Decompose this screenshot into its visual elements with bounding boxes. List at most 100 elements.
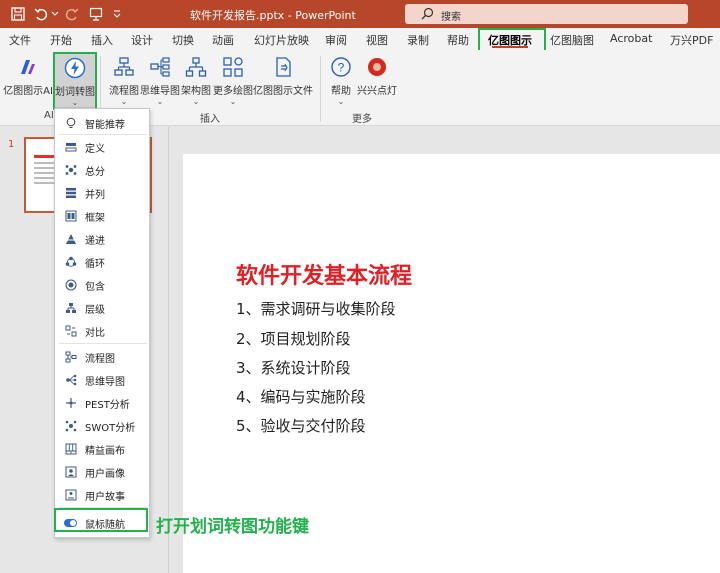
mindmap-icon	[64, 373, 77, 386]
menu-item-lean-canvas[interactable]: 精益画布	[55, 437, 149, 459]
menu-item-user-story[interactable]: 用户故事	[55, 483, 149, 505]
redo-icon[interactable]	[64, 6, 80, 22]
tab-file[interactable]: 文件	[9, 32, 31, 48]
menu-item-cycle[interactable]: 循环	[55, 250, 149, 272]
tab-insert[interactable]: 插入	[91, 32, 113, 48]
thumb-line	[34, 177, 56, 179]
more-diagrams-button[interactable]: 更多绘图 ⌄	[213, 54, 253, 106]
menu-item-parallel[interactable]: 并列	[55, 181, 149, 203]
tab-record[interactable]: 录制	[407, 32, 429, 48]
tab-wondershare-pdf[interactable]: 万兴PDF	[670, 32, 713, 48]
convert-words-dropdown: 智能推荐 定义 总分 并列 框架 递进 循环 包含 层级 对比 流程图 思维导图…	[54, 108, 150, 538]
present-icon[interactable]	[88, 6, 104, 22]
menu-item-total-sub[interactable]: 总分	[55, 158, 149, 180]
thumb-line	[34, 167, 54, 169]
menu-item-mindmap[interactable]: 思维导图	[55, 368, 149, 390]
contain-icon	[64, 278, 77, 291]
tab-acrobat[interactable]: Acrobat	[610, 32, 652, 45]
menu-item-label: 层级	[85, 305, 105, 316]
file-icon	[270, 54, 296, 80]
menu-item-label: 智能推荐	[85, 120, 125, 131]
mindmap-button[interactable]: 思维导图 ⌄	[140, 54, 180, 106]
chevron-down-icon: ⌄	[156, 97, 164, 106]
menu-item-pest[interactable]: PEST分析	[55, 391, 149, 413]
help-button[interactable]: ? 帮助 ⌄	[327, 54, 355, 106]
customize-toolbar-icon[interactable]	[112, 6, 122, 22]
chevron-down-icon: ⌄	[120, 97, 128, 106]
help-icon: ?	[328, 54, 354, 80]
edraw-file-button[interactable]: 亿图图示文件	[253, 54, 313, 97]
tab-animations[interactable]: 动画	[212, 32, 234, 48]
slide-bullet[interactable]: 5、验收与交付阶段	[236, 415, 366, 436]
total-sub-icon	[64, 163, 77, 176]
mindmap-label: 思维导图	[140, 86, 180, 97]
swot-icon	[64, 419, 77, 432]
chevron-down-icon: ⌄	[192, 97, 200, 106]
more-diagrams-label: 更多绘图	[213, 86, 253, 97]
menu-item-progression[interactable]: 递进	[55, 227, 149, 249]
menu-item-contain[interactable]: 包含	[55, 273, 149, 295]
flowchart-icon	[111, 54, 137, 80]
lamp-icon	[364, 54, 390, 80]
menu-item-label: 框架	[85, 213, 105, 224]
tab-transitions[interactable]: 切换	[172, 32, 194, 48]
group-label-insert: 插入	[200, 114, 220, 125]
compare-icon	[64, 324, 77, 337]
group-label-more: 更多	[352, 114, 372, 125]
menu-item-smart-recommend[interactable]: 智能推荐	[55, 111, 149, 133]
tab-slideshow[interactable]: 幻灯片放映	[254, 32, 309, 48]
slide-title[interactable]: 软件开发基本流程	[236, 258, 412, 290]
tab-edraw-mind[interactable]: 亿图脑图	[550, 32, 594, 48]
save-icon[interactable]	[10, 6, 26, 22]
menu-item-label: 循环	[85, 259, 105, 270]
slide-number: 1	[8, 139, 15, 150]
tab-help[interactable]: 帮助	[447, 32, 469, 48]
chevron-down-icon: ⌄	[337, 97, 345, 106]
menu-item-label: SWOT分析	[85, 423, 136, 434]
undo-dropdown-icon[interactable]	[50, 6, 60, 22]
flowchart-label: 流程图	[109, 86, 139, 97]
edraw-ai-button[interactable]: 亿图图示AI	[3, 54, 53, 97]
framework-icon	[64, 209, 77, 222]
bulb-icon	[64, 116, 77, 129]
highlight-box-toggle	[54, 508, 148, 532]
chevron-down-icon: ⌄	[229, 97, 237, 106]
pest-icon	[64, 396, 77, 409]
menu-item-flowchart[interactable]: 流程图	[55, 345, 149, 367]
slide-bullet[interactable]: 3、系统设计阶段	[236, 357, 351, 378]
thumb-line	[34, 182, 56, 184]
org-chart-label: 架构图	[181, 86, 211, 97]
menu-item-label: 总分	[85, 167, 105, 178]
menu-item-define[interactable]: 定义	[55, 135, 149, 157]
menu-item-label: 递进	[85, 236, 105, 247]
menu-item-label: 对比	[85, 328, 105, 339]
tab-view[interactable]: 视图	[366, 32, 388, 48]
more-diagrams-icon	[220, 54, 246, 80]
slide-bullet[interactable]: 2、项目规划阶段	[236, 328, 351, 349]
flowchart-button[interactable]: 流程图 ⌄	[106, 54, 142, 106]
slide-bullet[interactable]: 4、编码与实施阶段	[236, 386, 366, 407]
slide-bullet[interactable]: 1、需求调研与收集阶段	[236, 298, 396, 319]
menu-item-label: 并列	[85, 190, 105, 201]
menu-item-label: 定义	[85, 144, 105, 155]
menu-item-compare[interactable]: 对比	[55, 319, 149, 341]
search-box[interactable]: 搜索	[405, 4, 688, 24]
menu-item-persona[interactable]: 用户画像	[55, 460, 149, 482]
edraw-ai-icon	[15, 54, 41, 80]
pane-divider	[168, 127, 169, 573]
xingxing-button[interactable]: 兴兴点灯	[357, 54, 397, 97]
menu-item-label: 流程图	[85, 354, 115, 365]
tab-review[interactable]: 审阅	[325, 32, 347, 48]
tab-home[interactable]: 开始	[50, 32, 72, 48]
menu-item-swot[interactable]: SWOT分析	[55, 414, 149, 436]
progression-icon	[64, 232, 77, 245]
xingxing-label: 兴兴点灯	[357, 86, 397, 97]
menu-item-framework[interactable]: 框架	[55, 204, 149, 226]
tab-design[interactable]: 设计	[131, 32, 153, 48]
undo-icon[interactable]	[33, 6, 49, 22]
menu-separator	[59, 343, 147, 344]
org-chart-button[interactable]: 架构图 ⌄	[180, 54, 212, 106]
help-label: 帮助	[331, 86, 351, 97]
group-label-ai: AI	[44, 110, 54, 121]
menu-item-hierarchy[interactable]: 层级	[55, 296, 149, 318]
